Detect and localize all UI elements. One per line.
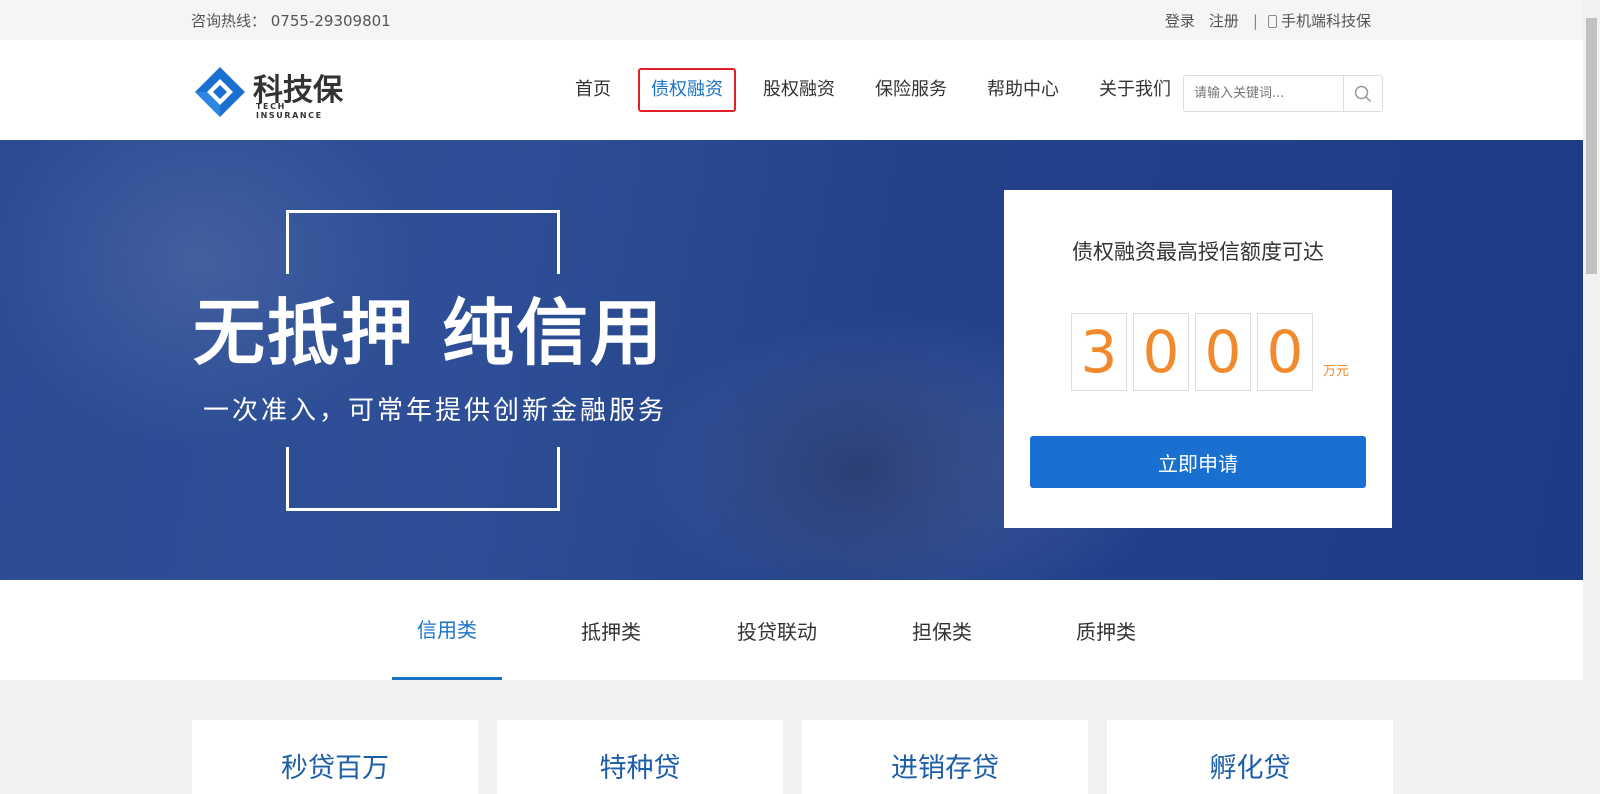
tab-mortgage[interactable]: 抵押类 xyxy=(556,580,666,680)
digit: 0 xyxy=(1195,313,1251,391)
mobile-site-link[interactable]: 手机端科技保 xyxy=(1281,10,1371,31)
main-nav: 首页 债权融资 股权融资 保险服务 帮助中心 关于我们 xyxy=(562,68,1198,112)
banner-background-image xyxy=(680,340,1040,580)
product-category-tabs: 信用类 抵押类 投贷联动 担保类 质押类 xyxy=(0,580,1583,680)
product-card[interactable]: 秒贷百万 xyxy=(192,720,478,794)
product-card[interactable]: 孵化贷 xyxy=(1107,720,1393,794)
mobile-phone-icon xyxy=(1267,15,1277,28)
nav-debt-financing[interactable]: 债权融资 xyxy=(638,68,736,112)
product-list: 秒贷百万 特种贷 进销存贷 孵化贷 xyxy=(0,680,1583,794)
tab-pledge[interactable]: 质押类 xyxy=(1051,580,1161,680)
top-links: 登录 注册 | 手机端科技保 xyxy=(1165,10,1371,31)
hotline-text: 咨询热线： 0755-29309801 xyxy=(191,12,391,30)
register-link[interactable]: 注册 xyxy=(1209,10,1239,31)
logo-diamond-icon xyxy=(195,67,245,117)
credit-limit-unit: 万元 xyxy=(1323,364,1350,379)
digit: 3 xyxy=(1071,313,1127,391)
vertical-scrollbar[interactable] xyxy=(1583,0,1600,794)
login-link[interactable]: 登录 xyxy=(1165,10,1195,31)
search-input[interactable] xyxy=(1184,76,1344,111)
logo[interactable]: 科技保 TECH INSURANCE xyxy=(193,63,353,120)
tab-credit[interactable]: 信用类 xyxy=(392,580,502,680)
product-name: 特种贷 xyxy=(599,753,681,784)
scrollbar-thumb[interactable] xyxy=(1586,18,1597,274)
search-button[interactable] xyxy=(1344,76,1382,111)
credit-limit-title: 债权融资最高授信额度可达 xyxy=(1072,240,1324,264)
separator: | xyxy=(1252,11,1258,30)
search-icon xyxy=(1354,85,1372,102)
tab-guarantee[interactable]: 担保类 xyxy=(887,580,997,680)
tab-investment-loan[interactable]: 投贷联动 xyxy=(717,580,837,680)
logo-subtitle: TECH INSURANCE xyxy=(256,102,323,120)
frame-top-decoration xyxy=(286,210,560,274)
site-header: 科技保 TECH INSURANCE 首页 债权融资 股权融资 保险服务 帮助中… xyxy=(0,40,1583,140)
product-name: 孵化贷 xyxy=(1209,753,1291,784)
top-bar: 咨询热线： 0755-29309801 登录 注册 | 手机端科技保 xyxy=(0,0,1583,40)
credit-limit-card: 债权融资最高授信额度可达 3 0 0 0 万元 立即申请 xyxy=(1004,190,1392,528)
hero-banner: 无抵押 纯信用 一次准入，可常年提供创新金融服务 债权融资最高授信额度可达 3 … xyxy=(0,140,1583,580)
digit: 0 xyxy=(1257,313,1313,391)
product-card[interactable]: 进销存贷 xyxy=(802,720,1088,794)
nav-home[interactable]: 首页 xyxy=(562,68,624,112)
apply-now-button[interactable]: 立即申请 xyxy=(1030,436,1366,488)
nav-equity-financing[interactable]: 股权融资 xyxy=(750,68,848,112)
banner-subline: 一次准入，可常年提供创新金融服务 xyxy=(203,396,668,426)
product-card[interactable]: 特种贷 xyxy=(497,720,783,794)
nav-about[interactable]: 关于我们 xyxy=(1086,68,1184,112)
banner-headline: 无抵押 纯信用 xyxy=(193,291,665,375)
nav-insurance[interactable]: 保险服务 xyxy=(862,68,960,112)
credit-limit-digits: 3 0 0 0 万元 xyxy=(1071,313,1349,391)
digit: 0 xyxy=(1133,313,1189,391)
nav-help[interactable]: 帮助中心 xyxy=(974,68,1072,112)
product-name: 进销存贷 xyxy=(891,753,999,784)
frame-bottom-decoration xyxy=(286,447,560,511)
search-box xyxy=(1183,75,1383,112)
product-name: 秒贷百万 xyxy=(281,753,389,784)
